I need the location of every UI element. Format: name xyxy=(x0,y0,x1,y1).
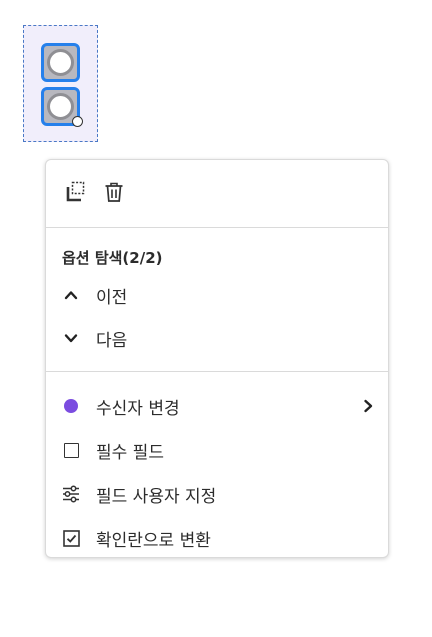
option-navigation-title: 옵션 탐색(2/2) xyxy=(62,249,163,267)
required-field-label: 필수 필드 xyxy=(96,442,164,463)
checkbox-empty-icon xyxy=(62,441,80,459)
change-recipient-label: 수신자 변경 xyxy=(96,398,180,419)
recipient-dot xyxy=(64,399,78,413)
field-context-menu: 옵션 탐색(2/2) 이전 다음 수신자 변경 필수 필드 필드 사용자 지정 … xyxy=(45,159,389,558)
radio-circle xyxy=(47,49,74,76)
chevron-right-icon xyxy=(364,399,373,413)
menu-divider xyxy=(46,371,388,372)
next-option-button[interactable]: 다음 xyxy=(46,318,388,358)
required-checkbox xyxy=(63,442,79,458)
sliders-icon xyxy=(62,485,80,503)
menu-divider xyxy=(46,227,388,228)
convert-to-checkbox-label: 확인란으로 변환 xyxy=(96,530,211,551)
delete-button[interactable] xyxy=(101,179,127,205)
radio-circle xyxy=(47,93,74,120)
selected-radio-group[interactable] xyxy=(23,25,98,142)
convert-to-checkbox-item[interactable]: 확인란으로 변환 xyxy=(46,518,388,558)
chevron-down-icon xyxy=(62,329,80,347)
previous-option-button[interactable]: 이전 xyxy=(46,275,388,315)
radio-option-1[interactable] xyxy=(41,43,80,82)
next-label: 다음 xyxy=(96,330,128,351)
canvas: 옵션 탐색(2/2) 이전 다음 수신자 변경 필수 필드 필드 사용자 지정 … xyxy=(0,0,432,637)
duplicate-button[interactable] xyxy=(63,179,89,205)
menu-toolbar xyxy=(46,160,388,227)
checkbox-checked-icon xyxy=(62,529,80,547)
previous-label: 이전 xyxy=(96,287,128,308)
resize-handle[interactable] xyxy=(72,116,83,127)
change-recipient-item[interactable]: 수신자 변경 xyxy=(46,386,388,426)
required-field-item[interactable]: 필수 필드 xyxy=(46,430,388,470)
duplicate-icon xyxy=(66,181,85,202)
trash-icon xyxy=(105,182,123,202)
recipient-color-icon xyxy=(62,397,80,415)
customize-field-item[interactable]: 필드 사용자 지정 xyxy=(46,474,388,514)
chevron-up-icon xyxy=(62,286,80,304)
customize-field-label: 필드 사용자 지정 xyxy=(96,486,217,507)
